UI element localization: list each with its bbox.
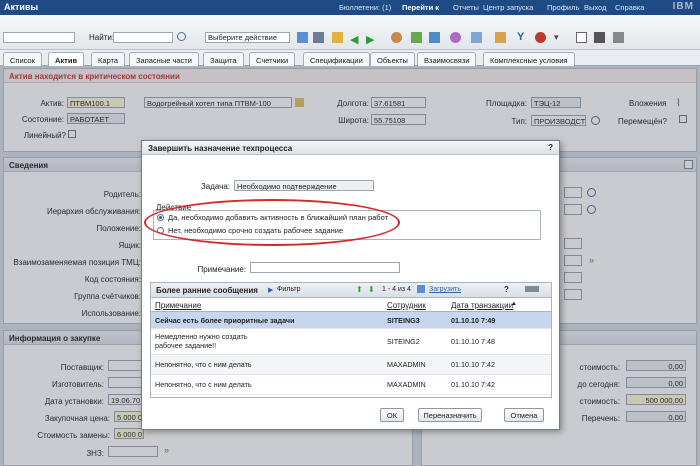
- start-center-link[interactable]: Центр запуска: [483, 3, 533, 12]
- tab-meters[interactable]: Счетчики: [249, 52, 296, 66]
- filter-tree-icon[interactable]: Y: [517, 31, 524, 43]
- action-select[interactable]: Выберите действие: [205, 32, 290, 43]
- app-header: Активы Бюллетени: (1) Перейти к Отчеты Ц…: [0, 0, 700, 15]
- move-icon[interactable]: [450, 32, 461, 43]
- task-field: Необходимо подтверждение: [234, 180, 374, 191]
- download-icon[interactable]: [417, 285, 425, 293]
- help-link[interactable]: Справка: [615, 3, 644, 12]
- messages-table: Более ранние сообщения ▶ Фильтр ⬆ ⬇ 1 - …: [150, 282, 552, 398]
- print-icon[interactable]: [594, 32, 605, 43]
- tab-relationships[interactable]: Взаимосвязи: [417, 52, 477, 66]
- goto-link[interactable]: Перейти к: [402, 3, 439, 12]
- tab-complex-conditions[interactable]: Комплексные условия: [483, 52, 575, 66]
- download-link[interactable]: Загрузить: [429, 286, 461, 293]
- stop-icon[interactable]: [535, 32, 546, 43]
- swap-icon[interactable]: [471, 32, 482, 43]
- task-label: Задача:: [200, 182, 230, 191]
- next-icon[interactable]: ▶: [366, 33, 374, 46]
- tab-specifications[interactable]: Спецификации: [303, 52, 370, 66]
- sort-icon[interactable]: ▲: [511, 301, 517, 307]
- previous-icon[interactable]: ◀: [350, 33, 358, 46]
- workflow-dialog: Завершить назначение техпроцесса ? Задач…: [141, 140, 560, 430]
- dialog-title: Завершить назначение техпроцесса: [142, 141, 559, 155]
- workflow-icon[interactable]: [391, 32, 402, 43]
- tab-asset[interactable]: Актив: [48, 52, 85, 66]
- history-icon[interactable]: [495, 32, 506, 43]
- ibm-logo: IBM: [672, 1, 694, 12]
- table-row[interactable]: Непонятно, что с ним делать MAXADMIN 01.…: [151, 375, 551, 395]
- table-title: Более ранние сообщения: [156, 286, 258, 295]
- tab-bar: Список Актив Карта Запасные части Защита…: [0, 50, 700, 66]
- select-all-icon[interactable]: [576, 32, 587, 43]
- profile-link[interactable]: Профиль: [547, 3, 579, 12]
- tab-spare-parts[interactable]: Запасные части: [129, 52, 199, 66]
- prev-page-icon[interactable]: ⬆: [356, 285, 363, 294]
- filter-button[interactable]: Фильтр: [277, 286, 301, 293]
- cancel-button[interactable]: Отмена: [504, 408, 544, 422]
- column-person[interactable]: Сотрудник: [387, 301, 426, 310]
- search-icon[interactable]: [177, 32, 186, 41]
- table-toolbar: Более ранние сообщения ▶ Фильтр ⬆ ⬇ 1 - …: [151, 283, 551, 298]
- dropdown-arrow-icon[interactable]: ▾: [554, 32, 559, 43]
- new-record-icon[interactable]: [297, 32, 308, 43]
- table-row[interactable]: Немедленно нужно создать рабочее задание…: [151, 329, 551, 355]
- reports-link[interactable]: Отчеты: [453, 3, 479, 12]
- tab-safety[interactable]: Защита: [203, 52, 244, 66]
- export-icon[interactable]: [613, 32, 624, 43]
- duplicate-icon[interactable]: [429, 32, 440, 43]
- toolbar: Найти: Выберите действие ◀ ▶ Y ▾: [0, 15, 700, 50]
- tab-list[interactable]: Список: [3, 52, 42, 66]
- table-row[interactable]: Непонятно, что с ним делать MAXADMIN 01.…: [151, 355, 551, 375]
- route-icon[interactable]: [411, 32, 422, 43]
- reassign-button[interactable]: Переназначить: [418, 408, 482, 422]
- tab-features[interactable]: Объекты: [370, 52, 415, 66]
- bulletins-link[interactable]: Бюллетени: (1): [339, 3, 391, 12]
- dialog-help-icon[interactable]: ?: [548, 143, 553, 152]
- bulletin-icon[interactable]: [332, 32, 343, 43]
- app-title: Активы: [4, 2, 39, 12]
- table-help-icon[interactable]: ?: [504, 285, 509, 294]
- filter-icon[interactable]: ▶: [268, 286, 273, 294]
- find-label: Найти:: [89, 33, 115, 42]
- save-icon[interactable]: [313, 32, 324, 43]
- table-minimize-icon[interactable]: [525, 286, 539, 292]
- ok-button[interactable]: ОК: [380, 408, 404, 422]
- pager-text: 1 - 4 из 4: [382, 286, 411, 293]
- table-row[interactable]: Сейчас есть более приоритные задачи SITE…: [151, 312, 551, 329]
- highlight-ellipse: [144, 199, 400, 246]
- logout-link[interactable]: Выход: [584, 3, 606, 12]
- column-date[interactable]: Дата транзакции: [451, 301, 513, 310]
- search-input[interactable]: [113, 32, 173, 43]
- table-header: Примечание Сотрудник Дата транзакции ▲: [151, 298, 551, 312]
- memo-field[interactable]: [250, 262, 400, 273]
- tab-map[interactable]: Карта: [91, 52, 126, 66]
- column-memo[interactable]: Примечание: [155, 301, 201, 310]
- memo-label: Примечание:: [197, 265, 246, 274]
- next-page-icon[interactable]: ⬇: [368, 285, 375, 294]
- record-field[interactable]: [3, 32, 75, 43]
